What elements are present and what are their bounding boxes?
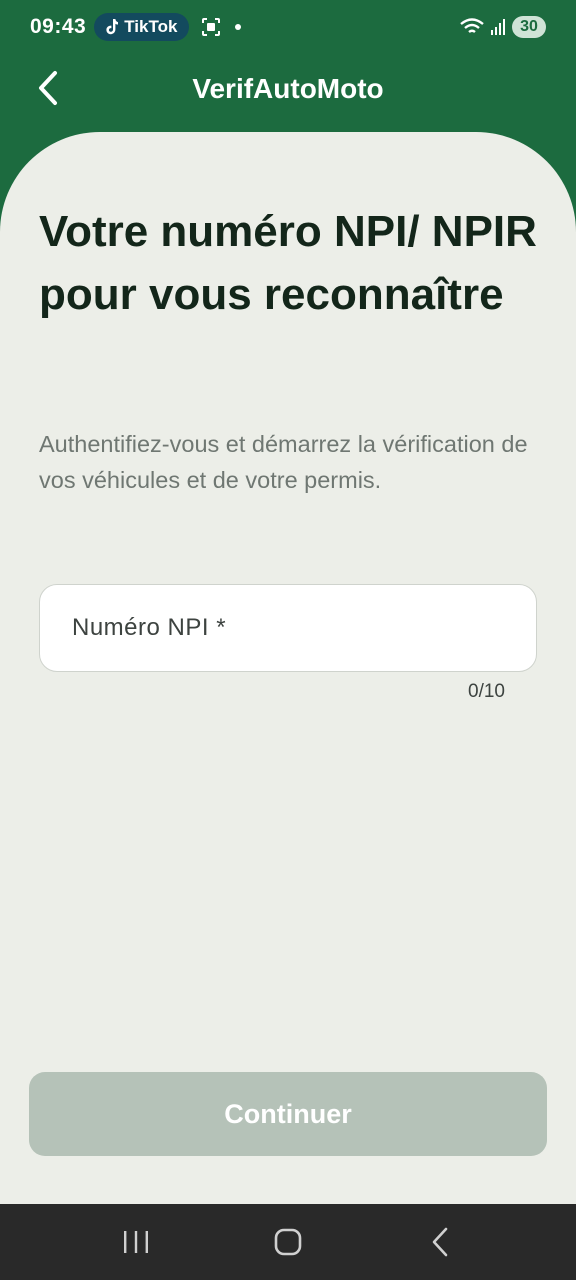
- tiktok-label: TikTok: [124, 17, 178, 36]
- recent-apps-icon: [124, 1231, 148, 1253]
- recent-apps-button[interactable]: [106, 1212, 166, 1272]
- page-subtitle: Authentifiez-vous et démarrez la vérific…: [39, 431, 528, 493]
- page-title: Votre numéro NPI/ NPIR pour vous reconna…: [39, 207, 537, 319]
- tiktok-indicator[interactable]: TikTok: [94, 13, 190, 41]
- notification-dot-icon: [235, 24, 242, 30]
- signal-icon: [491, 19, 505, 35]
- back-button[interactable]: [28, 68, 68, 108]
- status-time: 09:43: [30, 15, 87, 38]
- continue-button[interactable]: Continuer: [29, 1072, 547, 1156]
- content-sheet: Votre numéro NPI/ NPIR pour vous reconna…: [0, 132, 576, 1204]
- character-counter: 0/10: [468, 681, 505, 702]
- app-title: VerifAutoMoto: [192, 73, 384, 104]
- app-bar: VerifAutoMoto: [0, 54, 576, 124]
- screenshot-icon: [202, 18, 221, 36]
- tiktok-icon: [106, 19, 119, 35]
- home-button[interactable]: [258, 1212, 318, 1272]
- chevron-left-icon: [39, 71, 57, 105]
- system-nav-bar: [0, 1204, 576, 1280]
- wifi-icon: [460, 18, 484, 33]
- npi-input[interactable]: [72, 614, 536, 642]
- system-back-button[interactable]: [410, 1212, 470, 1272]
- battery-indicator: 30: [512, 16, 546, 38]
- home-icon: [274, 1228, 302, 1256]
- status-right: 30: [460, 16, 546, 38]
- back-icon: [432, 1227, 448, 1257]
- npi-field[interactable]: [39, 584, 537, 672]
- status-bar: 09:43 TikTok 30: [0, 0, 576, 54]
